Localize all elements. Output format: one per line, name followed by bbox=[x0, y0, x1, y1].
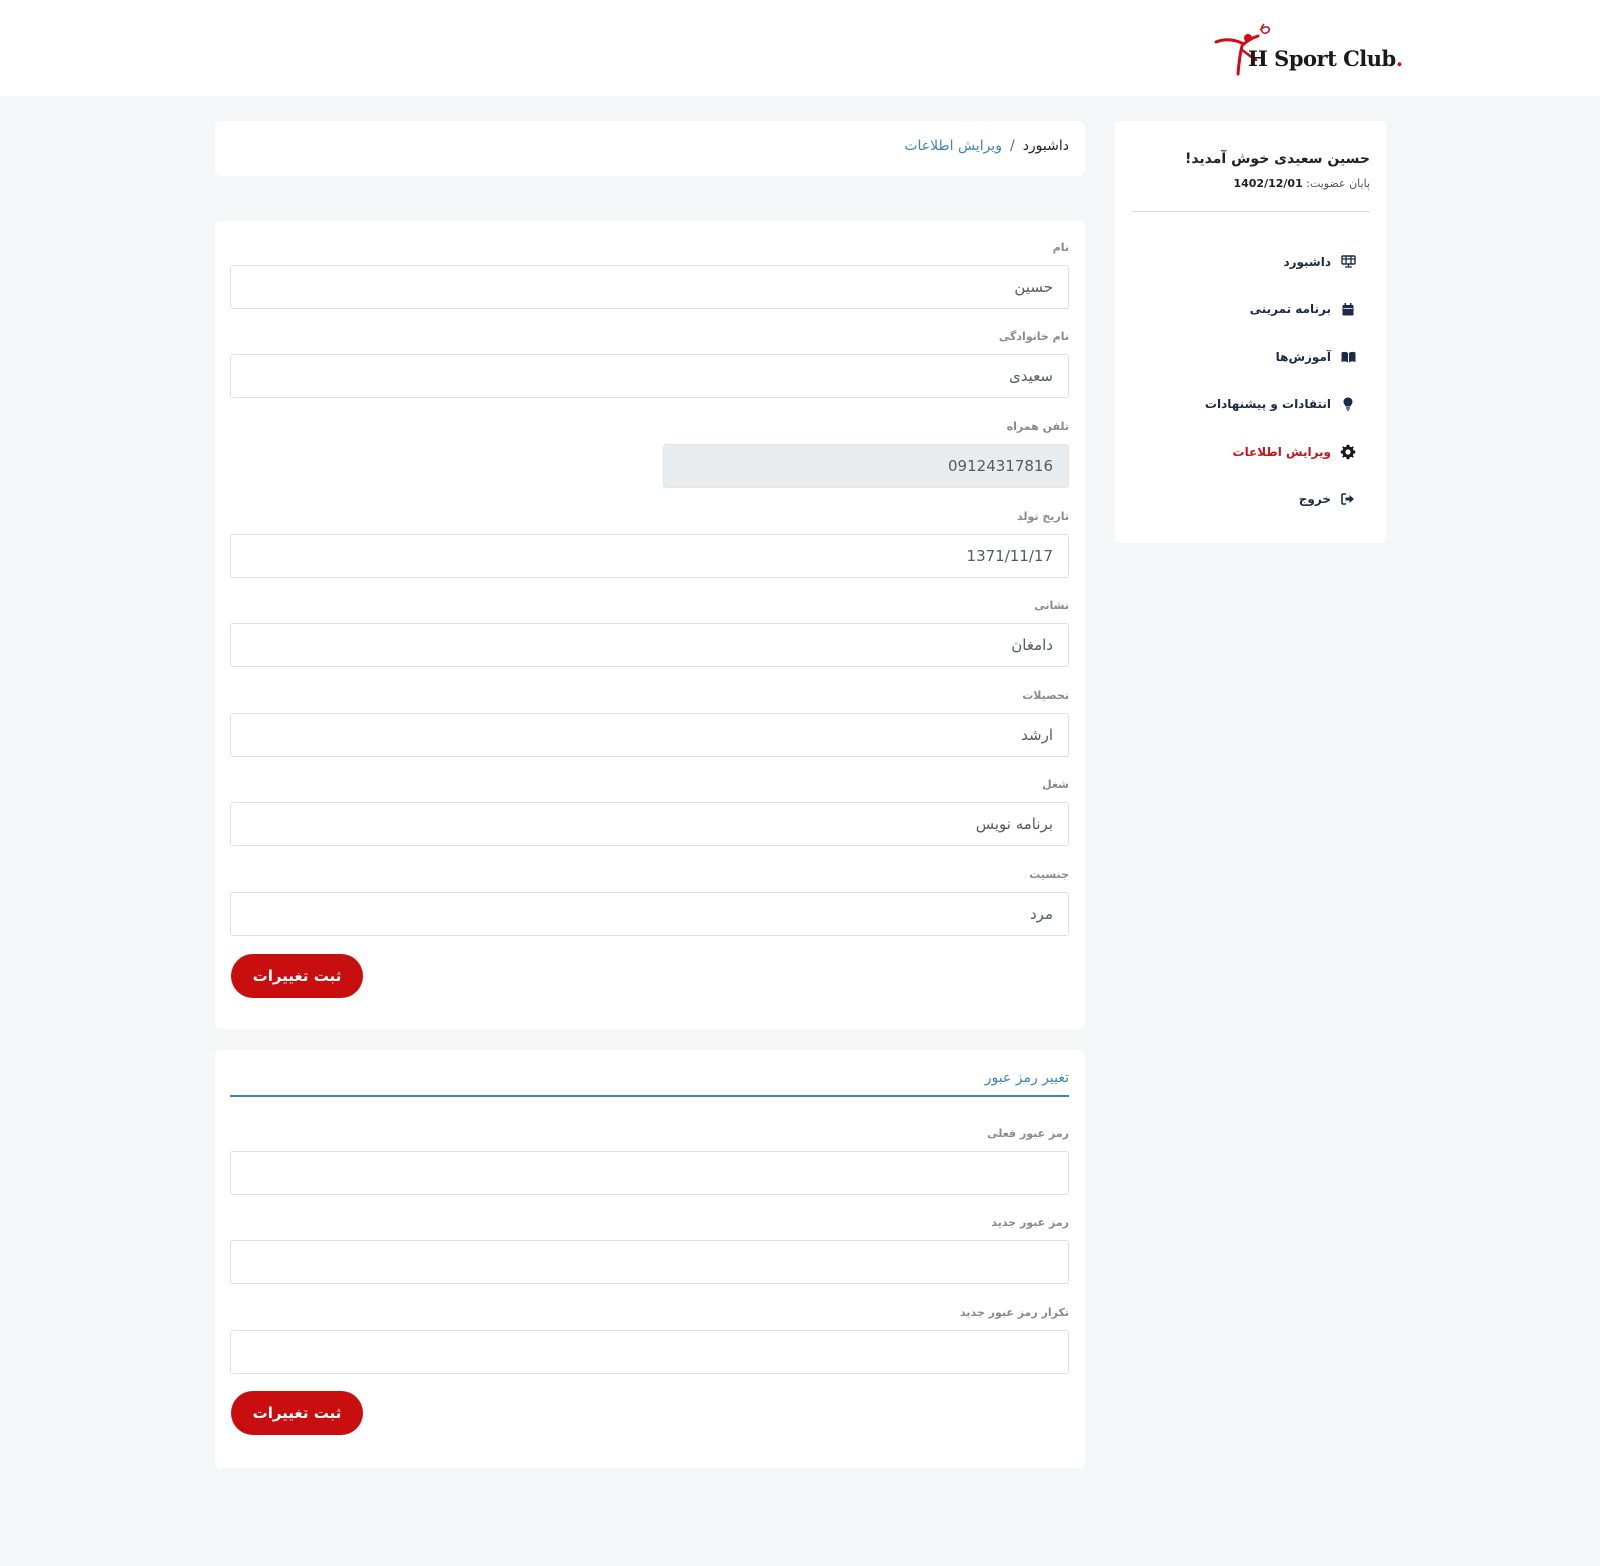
top-bar: H Sport Club. bbox=[0, 0, 1600, 96]
confirm-password-group: تکرار رمز عبور جدید bbox=[230, 1304, 1069, 1374]
password-section-title: تغییر رمز عبور bbox=[230, 1070, 1069, 1097]
book-icon bbox=[1340, 349, 1356, 365]
sidebar-item-feedback[interactable]: انتقادات و پیشنهادات bbox=[1126, 381, 1356, 429]
breadcrumb-separator: / bbox=[1009, 138, 1015, 154]
first-name-input[interactable] bbox=[230, 265, 1069, 309]
welcome-text: حسین سعیدی خوش آمدید! bbox=[1184, 151, 1370, 167]
gender-group: جنسیت bbox=[230, 866, 1069, 936]
current-password-input[interactable] bbox=[230, 1151, 1069, 1195]
new-password-group: رمز عبور جدید bbox=[230, 1214, 1069, 1284]
breadcrumb-home[interactable]: داشبورد bbox=[1023, 138, 1069, 154]
sidebar-item-edit-profile[interactable]: ویرایش اطلاعات bbox=[1126, 428, 1356, 476]
birth-date-group: تاریخ تولد bbox=[230, 508, 1069, 578]
first-name-label: نام bbox=[1052, 241, 1069, 254]
gender-label: جنسیت bbox=[1029, 868, 1069, 881]
job-label: شغل bbox=[1042, 778, 1069, 791]
breadcrumb: داشبورد / ویرایش اطلاعات bbox=[215, 121, 1085, 176]
sidebar-nav: داشبورد برنامه تمرینی آموزش‌ها انتقادات … bbox=[1126, 238, 1356, 523]
sidebar-item-label: آموزش‌ها bbox=[1275, 349, 1331, 364]
current-password-label: رمز عبور فعلی bbox=[987, 1127, 1069, 1140]
last-name-label: نام خانوادگی bbox=[998, 330, 1069, 343]
birth-date-label: تاریخ تولد bbox=[1017, 510, 1069, 523]
phone-group: تلفن همراه bbox=[230, 418, 1069, 488]
phone-input bbox=[663, 444, 1069, 488]
sidebar-item-dashboard[interactable]: داشبورد bbox=[1126, 238, 1356, 286]
save-profile-button[interactable]: ثبت تغییرات bbox=[231, 954, 363, 998]
membership-label: پایان عضویت: bbox=[1306, 177, 1370, 190]
education-label: تحصیلات bbox=[1022, 689, 1069, 702]
new-password-label: رمز عبور جدید bbox=[991, 1216, 1069, 1229]
sidebar-divider bbox=[1131, 211, 1370, 212]
first-name-group: نام bbox=[230, 239, 1069, 309]
last-name-group: نام خانوادگی bbox=[230, 328, 1069, 398]
dashboard-icon bbox=[1340, 254, 1356, 270]
gear-icon bbox=[1340, 444, 1356, 460]
sidebar-item-training-program[interactable]: برنامه تمرینی bbox=[1126, 286, 1356, 334]
sidebar-item-label: انتقادات و پیشنهادات bbox=[1204, 397, 1331, 412]
brand-logo[interactable]: H Sport Club. bbox=[1212, 20, 1403, 82]
logout-icon bbox=[1340, 491, 1356, 507]
sidebar-item-logout[interactable]: خروج bbox=[1126, 476, 1356, 524]
breadcrumb-current[interactable]: ویرایش اطلاعات bbox=[904, 138, 1002, 154]
address-input[interactable] bbox=[230, 623, 1069, 667]
phone-label: تلفن همراه bbox=[1006, 420, 1069, 433]
last-name-input[interactable] bbox=[230, 354, 1069, 398]
save-password-button[interactable]: ثبت تغییرات bbox=[231, 1391, 363, 1435]
sidebar-item-tutorials[interactable]: آموزش‌ها bbox=[1126, 333, 1356, 381]
current-password-group: رمز عبور فعلی bbox=[230, 1125, 1069, 1195]
job-input[interactable] bbox=[230, 802, 1069, 846]
membership-info: پایان عضویت: 1402/12/01 bbox=[1233, 177, 1370, 190]
membership-date: 1402/12/01 bbox=[1233, 177, 1303, 190]
profile-form-card: نام نام خانوادگی تلفن همراه تاریخ تولد ن… bbox=[215, 221, 1085, 1029]
gender-input[interactable] bbox=[230, 892, 1069, 936]
birth-date-input[interactable] bbox=[230, 534, 1069, 578]
confirm-password-input[interactable] bbox=[230, 1330, 1069, 1374]
sidebar-item-label: داشبورد bbox=[1283, 254, 1331, 269]
new-password-input[interactable] bbox=[230, 1240, 1069, 1284]
job-group: شغل bbox=[230, 776, 1069, 846]
calendar-icon bbox=[1340, 301, 1356, 317]
password-form-card: تغییر رمز عبور رمز عبور فعلی رمز عبور جد… bbox=[215, 1050, 1085, 1468]
sidebar: حسین سعیدی خوش آمدید! پایان عضویت: 1402/… bbox=[1115, 121, 1386, 543]
brand-name: H Sport Club. bbox=[1248, 46, 1403, 71]
address-group: نشانی bbox=[230, 597, 1069, 667]
sidebar-item-label: خروج bbox=[1298, 492, 1331, 507]
lightbulb-icon bbox=[1340, 396, 1356, 412]
confirm-password-label: تکرار رمز عبور جدید bbox=[960, 1306, 1069, 1319]
sidebar-item-label: برنامه تمرینی bbox=[1249, 302, 1331, 317]
sidebar-item-label: ویرایش اطلاعات bbox=[1232, 444, 1331, 459]
education-group: تحصیلات bbox=[230, 687, 1069, 757]
education-input[interactable] bbox=[230, 713, 1069, 757]
address-label: نشانی bbox=[1034, 599, 1069, 612]
